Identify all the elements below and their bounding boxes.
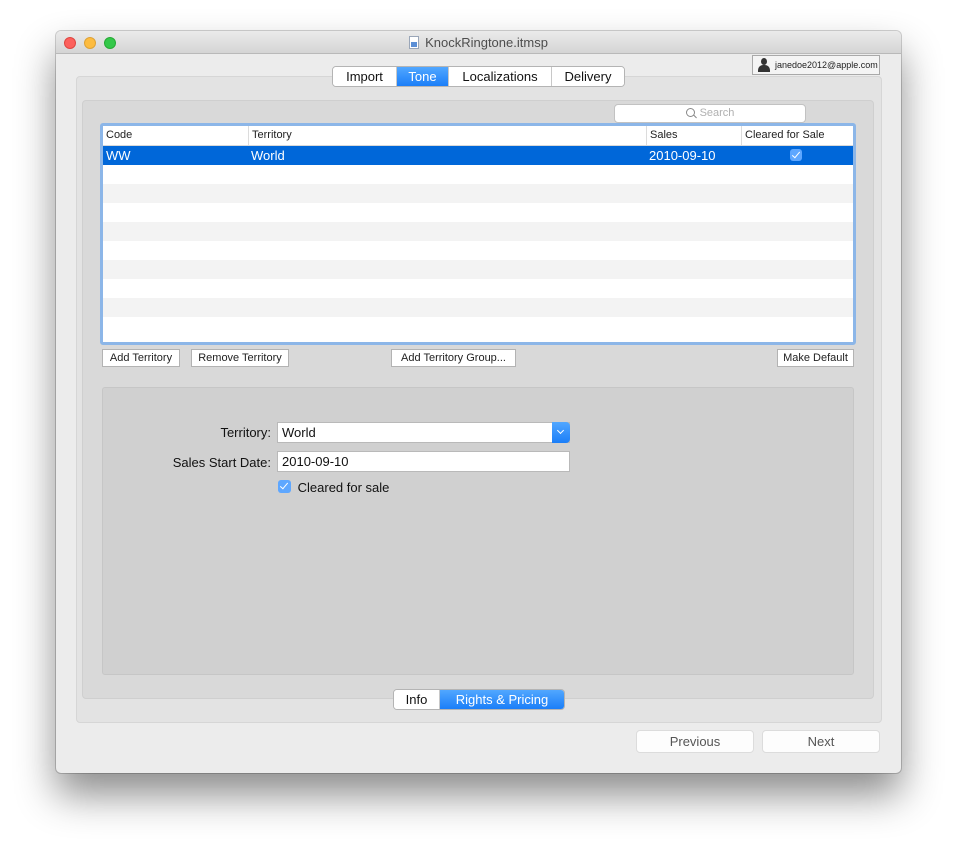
make-default-button[interactable]: Make Default <box>777 349 854 367</box>
territory-detail-form: Territory: World Sales Start Date: 2010-… <box>102 387 854 675</box>
tab-rights-pricing[interactable]: Rights & Pricing <box>440 690 564 709</box>
cell-sales: 2010-09-10 <box>649 148 716 163</box>
app-window: KnockRingtone.itmsp janedoe2012@apple.co… <box>56 31 901 773</box>
column-header-cleared[interactable]: Cleared for Sale <box>741 126 851 145</box>
account-button[interactable]: janedoe2012@apple.com <box>752 55 880 75</box>
column-header-territory[interactable]: Territory <box>248 126 646 145</box>
account-email: janedoe2012@apple.com <box>775 60 878 70</box>
territory-select[interactable]: World <box>277 422 570 443</box>
tab-delivery[interactable]: Delivery <box>552 67 624 86</box>
add-territory-button[interactable]: Add Territory <box>102 349 180 367</box>
empty-row <box>103 260 853 279</box>
window-title-text: KnockRingtone.itmsp <box>425 35 548 50</box>
cleared-for-sale-row[interactable]: Cleared for sale <box>278 480 389 495</box>
column-header-code[interactable]: Code <box>103 126 248 145</box>
empty-row <box>103 184 853 203</box>
empty-row <box>103 241 853 260</box>
cell-territory: World <box>251 148 285 163</box>
document-icon <box>409 36 420 49</box>
search-placeholder: Search <box>699 107 735 119</box>
remove-territory-button[interactable]: Remove Territory <box>191 349 289 367</box>
empty-row <box>103 203 853 222</box>
tab-localizations[interactable]: Localizations <box>449 67 552 86</box>
tab-tone[interactable]: Tone <box>397 67 449 86</box>
empty-row <box>103 165 853 184</box>
tab-info[interactable]: Info <box>394 690 440 709</box>
cleared-for-sale-label: Cleared for sale <box>297 480 390 495</box>
territory-table: Code Territory Sales Cleared for Sale WW… <box>100 123 856 345</box>
window-title: KnockRingtone.itmsp <box>56 35 901 50</box>
empty-row <box>103 298 853 317</box>
search-field[interactable]: Search <box>614 104 806 123</box>
cleared-for-sale-checkbox[interactable] <box>278 480 291 493</box>
sales-start-date-label: Sales Start Date: <box>172 455 271 470</box>
title-bar: KnockRingtone.itmsp <box>56 31 901 54</box>
territory-select-value: World <box>282 425 316 440</box>
add-territory-group-button[interactable]: Add Territory Group... <box>391 349 516 367</box>
sales-start-date-input[interactable]: 2010-09-10 <box>277 451 570 472</box>
chevron-down-icon[interactable] <box>552 422 570 443</box>
previous-button[interactable]: Previous <box>636 730 754 753</box>
column-header-sales[interactable]: Sales <box>646 126 741 145</box>
empty-row <box>103 222 853 241</box>
cleared-checkbox[interactable] <box>790 149 802 161</box>
top-tab-bar: Import Tone Localizations Delivery <box>332 66 625 87</box>
territory-label: Territory: <box>220 425 271 440</box>
next-button[interactable]: Next <box>762 730 880 753</box>
bottom-tab-bar: Info Rights & Pricing <box>393 689 565 710</box>
tab-import[interactable]: Import <box>333 67 397 86</box>
empty-row <box>103 279 853 298</box>
table-row[interactable]: WW World 2010-09-10 <box>103 146 853 165</box>
empty-row <box>103 317 853 336</box>
table-body: WW World 2010-09-10 <box>103 146 853 336</box>
table-header: Code Territory Sales Cleared for Sale <box>103 126 853 146</box>
search-icon <box>685 108 695 117</box>
cell-cleared <box>741 146 851 165</box>
user-icon <box>757 58 771 72</box>
cell-code: WW <box>106 148 131 163</box>
